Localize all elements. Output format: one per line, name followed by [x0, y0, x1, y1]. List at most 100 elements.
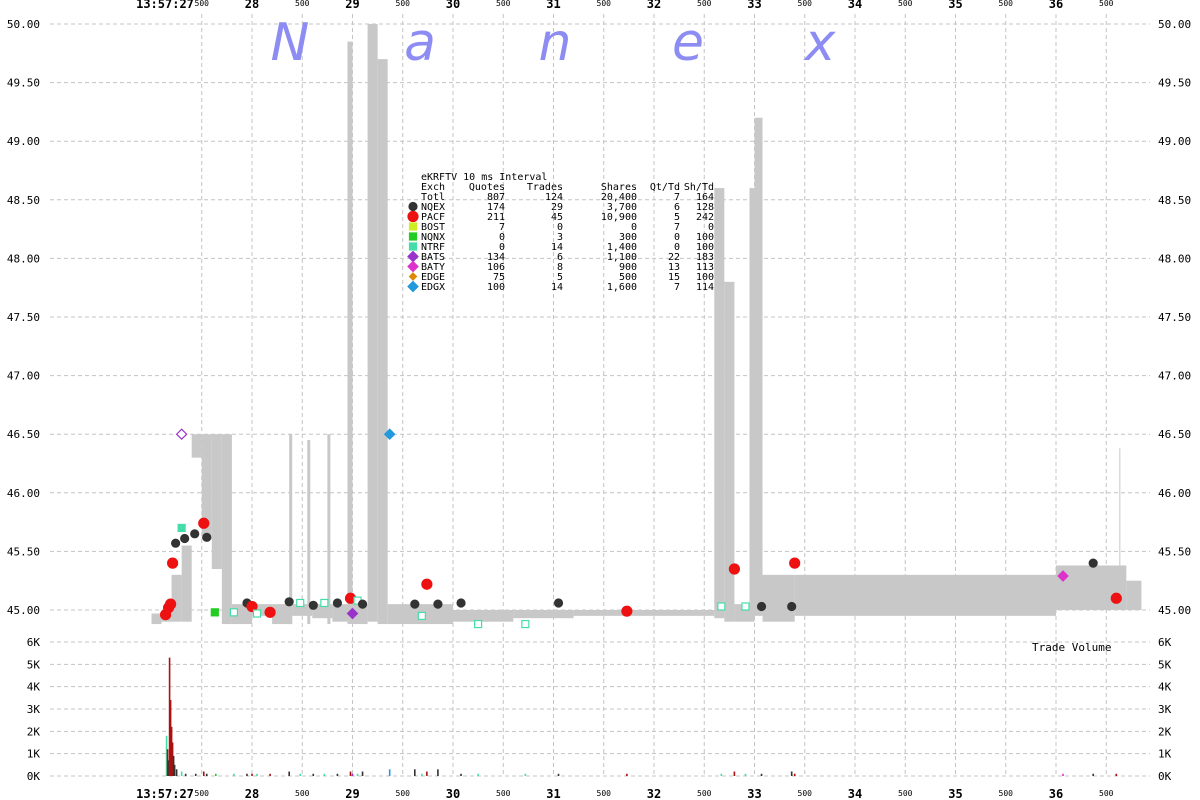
price-tick-right: 47.00: [1158, 370, 1191, 383]
trade-marker-nqex: [456, 598, 466, 608]
legend-marker-nqnx: [408, 232, 418, 241]
time-second-label-bottom: 32: [647, 787, 661, 800]
volume-bar: [437, 769, 439, 776]
volume-bar: [351, 773, 354, 776]
quote-range-segment: [211, 434, 222, 569]
volume-bar: [414, 769, 416, 776]
trade-marker-pacf: [164, 598, 177, 610]
price-tick-left: 45.00: [7, 604, 40, 617]
trade-marker-nqex: [410, 599, 420, 609]
volume-bar: [790, 771, 793, 776]
time-ms-label-bottom: 500: [697, 789, 712, 798]
quote-range-segment: [221, 434, 232, 625]
volume-tick-right: 4K: [1158, 681, 1172, 694]
time-ms-label-top: 500: [999, 0, 1014, 8]
price-tick-left: 46.50: [7, 428, 40, 441]
time-second-label-bottom: 28: [245, 787, 259, 800]
volume-bar: [760, 773, 763, 776]
quote-range-segment: [1119, 448, 1121, 610]
price-tick-right: 46.50: [1158, 428, 1191, 441]
nanex-trade-chart: Na n e x 50.00 50.00 49.50 49.50 49.00 49.00 48.5…: [0, 0, 1200, 800]
volume-tick-right: 2K: [1158, 725, 1172, 738]
trade-marker-nqnx: [210, 608, 219, 617]
price-tick-right: 45.50: [1158, 545, 1191, 558]
time-second-label-top: 30: [446, 0, 460, 11]
quote-range-segment: [749, 188, 755, 622]
volume-tick-left: 6K: [27, 636, 41, 649]
volume-bar: [205, 773, 208, 776]
volume-bar: [477, 773, 479, 776]
volume-bar: [336, 773, 339, 776]
trade-marker-nqex: [202, 532, 212, 542]
volume-bar: [246, 773, 248, 776]
quote-range-segment: [377, 59, 388, 625]
volume-bar: [215, 773, 217, 776]
volume-bar: [256, 773, 258, 776]
volume-bar: [288, 771, 290, 776]
legend-marker-bost: [408, 222, 418, 231]
price-tick-right: 49.00: [1158, 135, 1191, 148]
time-ms-label-top: 500: [697, 0, 712, 8]
time-ms-label-top: 500: [798, 0, 813, 8]
volume-bar: [202, 771, 205, 776]
volume-tick-right: 0K: [1158, 770, 1172, 783]
trade-marker-ntrf: [741, 602, 750, 611]
time-ms-label-bottom: 500: [999, 789, 1014, 798]
time-second-label-bottom: 36: [1049, 787, 1063, 800]
trade-marker-nqex: [190, 529, 200, 539]
trade-marker-nqex: [553, 598, 564, 608]
trade-marker-pacf: [198, 517, 210, 529]
quote-range-segment: [367, 24, 378, 622]
quote-range-segment: [654, 610, 715, 616]
time-second-label-top: 35: [948, 0, 962, 11]
time-second-label-top: 36: [1049, 0, 1063, 11]
time-second-label-top: 31: [546, 0, 560, 11]
time-ms-label-top: 500: [396, 0, 411, 8]
quote-range-segment: [181, 545, 192, 622]
chart-background: [0, 0, 1200, 800]
time-second-label-top: 32: [647, 0, 661, 11]
legend-marker-pacf: [407, 210, 419, 223]
volume-bar: [233, 773, 235, 776]
volume-tick-left: 3K: [27, 703, 41, 716]
time-ms-label-bottom: 500: [496, 789, 511, 798]
volume-bar: [349, 771, 352, 776]
quote-range-segment: [1126, 580, 1142, 610]
time-ms-label-top: 500: [597, 0, 612, 8]
brand-letter: N: [271, 13, 310, 73]
quote-range-segment: [307, 440, 311, 625]
trade-marker-ntrf: [417, 611, 426, 620]
brand-letter: x: [803, 13, 837, 73]
time-second-label-top: 33: [747, 0, 761, 11]
volume-bar: [793, 773, 796, 776]
quote-range-segment: [762, 574, 795, 622]
trade-marker-pacf: [167, 557, 179, 569]
legend-cell: 1,600: [607, 282, 637, 293]
volume-tick-right: 3K: [1158, 703, 1172, 716]
trade-marker-pacf: [621, 605, 633, 617]
volume-bar: [626, 773, 628, 776]
time-start-label-bottom: 13:57:27: [136, 787, 194, 800]
trade-marker-pacf: [728, 563, 741, 575]
volume-bar: [299, 773, 302, 776]
trade-marker-nqex: [332, 598, 343, 608]
legend-cell: 114: [696, 282, 714, 293]
price-tick-left: 47.50: [7, 311, 40, 324]
volume-axis-label: Trade Volume: [1032, 641, 1111, 654]
legend-cell: 7: [674, 282, 680, 293]
volume-bar: [361, 771, 364, 776]
volume-bar: [180, 771, 183, 776]
quote-range-segment: [513, 610, 574, 619]
time-second-label-top: 28: [245, 0, 259, 11]
volume-tick-left: 1K: [27, 748, 41, 761]
time-ms-label-bottom: 500: [195, 789, 210, 798]
volume-bar: [1092, 773, 1094, 776]
volume-bar: [1115, 773, 1118, 776]
trade-marker-nqex: [1088, 558, 1098, 568]
time-ms-label-bottom: 500: [597, 789, 612, 798]
price-tick-right: 49.50: [1158, 77, 1191, 90]
volume-bar: [251, 773, 253, 776]
time-ms-label-top: 500: [898, 0, 913, 8]
time-second-label-top: 29: [345, 0, 359, 11]
trade-marker-nqex: [180, 533, 190, 544]
